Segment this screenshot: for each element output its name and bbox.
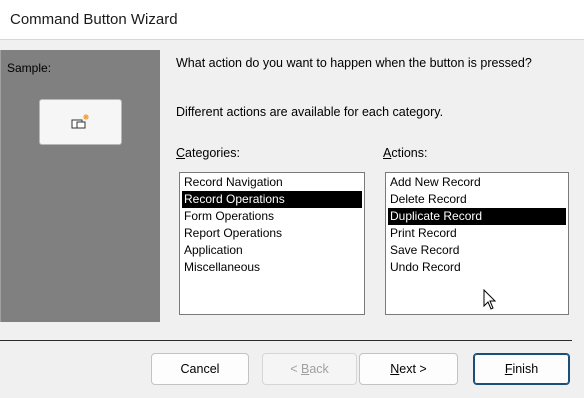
cancel-button-label: Cancel [180,362,220,376]
question-text: What action do you want to happen when t… [176,56,532,70]
sample-label: Sample: [7,61,52,75]
categories-listbox[interactable]: Record Navigation Record Operations Form… [179,172,365,315]
window-title: Command Button Wizard [10,11,178,28]
finish-button[interactable]: Finish [473,353,570,385]
sample-button-preview [39,99,122,145]
sample-panel: Sample: [0,50,160,322]
actions-listbox[interactable]: Add New Record Delete Record Duplicate R… [385,172,569,315]
command-button-glyph-icon [71,114,89,129]
info-text: Different actions are available for each… [176,105,444,119]
category-item[interactable]: Form Operations [182,208,362,225]
action-item[interactable]: Add New Record [388,174,566,191]
categories-label-rest: ategories: [185,146,240,160]
mouse-pointer-icon [483,289,497,310]
category-item[interactable]: Miscellaneous [182,259,362,276]
action-item[interactable]: Duplicate Record [388,208,566,225]
finish-button-hotkey: F [504,362,513,376]
action-item[interactable]: Delete Record [388,191,566,208]
title-bar: Command Button Wizard [0,0,584,40]
actions-label: Actions: [383,146,427,160]
category-item[interactable]: Record Navigation [182,174,362,191]
category-item[interactable]: Application [182,242,362,259]
back-button[interactable]: < Back [262,353,357,385]
next-button-hotkey: N [390,362,400,376]
back-button-hotkey: B [300,362,310,376]
action-item[interactable]: Print Record [388,225,566,242]
back-button-prefix: < [290,362,301,376]
separator [0,340,572,341]
next-button[interactable]: Next > [359,353,458,385]
category-item[interactable]: Report Operations [182,225,362,242]
action-item[interactable]: Undo Record [388,259,566,276]
back-button-rest: ack [309,362,329,376]
categories-label: Categories: [176,146,240,160]
next-button-rest: ext > [399,362,427,376]
action-item[interactable]: Save Record [388,242,566,259]
category-item[interactable]: Record Operations [182,191,362,208]
actions-label-rest: ctions: [391,146,428,160]
finish-button-rest: inish [512,362,539,376]
categories-label-hotkey: C [176,146,186,160]
cancel-button[interactable]: Cancel [151,353,249,385]
